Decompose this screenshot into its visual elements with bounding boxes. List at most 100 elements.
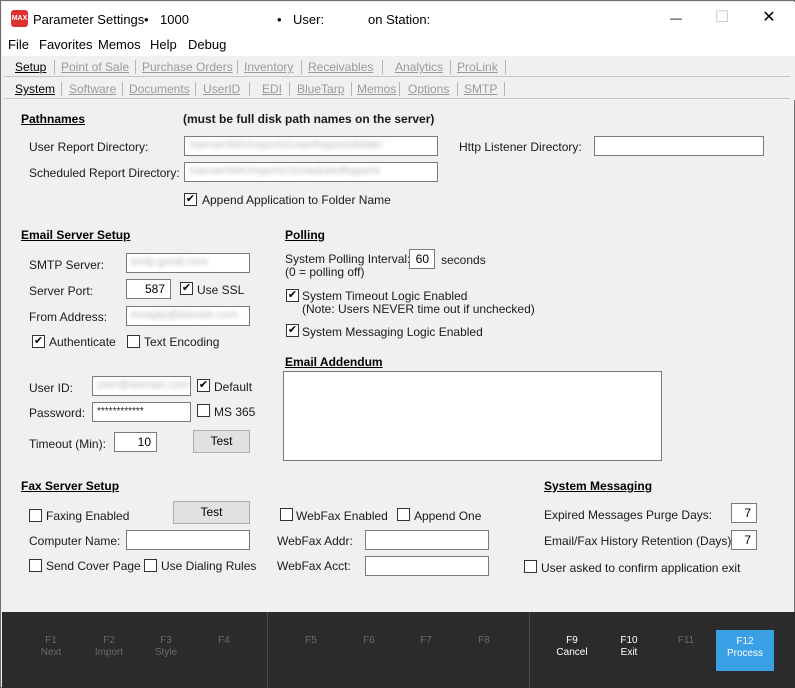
tab-point-of-sale[interactable]: Point of Sale [61,60,129,74]
title-user-label: User: [293,12,325,27]
webfax-addr-input[interactable] [365,530,489,550]
user-id-input[interactable]: user@domain.com [92,376,191,396]
dialing-rules-checkbox[interactable] [144,559,157,572]
fax-test-button[interactable]: Test [173,501,250,524]
http-listener-label: Http Listener Directory: [459,140,582,154]
tab-divider [289,82,290,96]
from-address-value: noreply@domain.com [131,309,239,321]
append-application-label: Append Application to Folder Name [202,193,391,207]
scheduled-report-directory-input[interactable]: \\server\MAXreports\ScheduledReports [184,162,438,182]
timeout-input[interactable]: 10 [114,432,157,452]
append-application-checkbox[interactable]: ✔ [184,193,197,206]
faxing-enabled-label: Faxing Enabled [46,509,130,523]
ms365-checkbox[interactable] [197,404,210,417]
fkey-key: F9 [566,635,578,646]
minimize-icon[interactable]: — [653,2,699,34]
tab-smtp[interactable]: SMTP [464,82,497,96]
webfax-enabled-label: WebFax Enabled [296,509,388,523]
tab-divider [237,60,238,74]
tab-system[interactable]: System [15,82,55,96]
tab-purchase-orders[interactable]: Purchase Orders [142,60,233,74]
send-cover-page-checkbox[interactable] [29,559,42,572]
fkey-key: F2 [103,635,115,646]
f10-exit-button[interactable]: F10 Exit [600,635,658,677]
polling-interval-unit: seconds [441,253,486,267]
tab-prolink[interactable]: ProLink [457,60,498,74]
smtp-server-input[interactable]: smtp.gmail.com [126,253,250,273]
menu-favorites[interactable]: Favorites [39,37,92,52]
tab-receivables[interactable]: Receivables [308,60,373,74]
tab-userid[interactable]: UserID [203,82,240,96]
messaging-logic-checkbox[interactable]: ✔ [286,324,299,337]
timeout-logic-note: (Note: Users NEVER time out if unchecked… [302,302,535,316]
tab-inventory[interactable]: Inventory [244,60,293,74]
f4-button: F4 [195,635,253,677]
append-one-checkbox[interactable] [397,508,410,521]
menu-help[interactable]: Help [150,37,177,52]
history-retention-label: Email/Fax History Retention (Days): [544,534,735,548]
f5-button: F5 [282,635,340,677]
tab-divider [504,82,505,96]
tab-divider-line [4,76,790,77]
computer-name-input[interactable] [126,530,250,550]
app-logo-icon: MAX [11,10,28,27]
fkey-label: Style [154,647,178,658]
f9-cancel-button[interactable]: F9 Cancel [543,635,601,677]
fkey-key: F12 [736,636,754,647]
text-encoding-checkbox[interactable] [127,335,140,348]
timeout-logic-label: System Timeout Logic Enabled [302,289,468,303]
faxing-enabled-checkbox[interactable] [29,509,42,522]
confirm-exit-checkbox[interactable] [524,560,537,573]
tab-divider [351,82,352,96]
tab-setup[interactable]: Setup [15,60,46,74]
menu-debug[interactable]: Debug [188,37,226,52]
fkey-key: F5 [305,635,317,646]
from-address-input[interactable]: noreply@domain.com [126,306,250,326]
fax-server-header: Fax Server Setup [21,479,120,493]
webfax-enabled-checkbox[interactable] [280,508,293,521]
tab-analytics[interactable]: Analytics [395,60,443,74]
email-test-button[interactable]: Test [193,430,250,453]
timeout-logic-checkbox[interactable]: ✔ [286,289,299,302]
user-report-directory-input[interactable]: \\server\MAXreports\UserReports\folder [184,136,438,156]
tab-software[interactable]: Software [69,82,116,96]
email-addendum-textarea[interactable] [283,371,662,461]
polling-interval-input[interactable]: 60 [409,249,435,269]
title-bullet: • [277,12,282,27]
password-input[interactable]: ************ [92,402,191,422]
tab-options[interactable]: Options [408,82,449,96]
webfax-addr-label: WebFax Addr: [277,534,353,548]
confirm-exit-label: User asked to confirm application exit [541,561,741,575]
close-icon[interactable]: ✕ [746,2,792,34]
append-one-label: Append One [414,509,482,523]
tab-memos[interactable]: Memos [357,82,396,96]
tab-edi[interactable]: EDI [262,82,282,96]
purge-days-input[interactable]: 7 [731,503,757,523]
fkey-key: F4 [218,635,230,646]
use-ssl-checkbox[interactable]: ✔ [180,282,193,295]
app-window: MAX Parameter Settings • 1000 • User: on… [0,0,795,688]
tab-documents[interactable]: Documents [129,82,190,96]
tab-divider [122,82,123,96]
f12-process-button[interactable]: F12 Process [716,630,774,671]
webfax-acct-input[interactable] [365,556,489,576]
history-retention-input[interactable]: 7 [731,530,757,550]
tab-divider [399,82,400,96]
menu-memos[interactable]: Memos [98,37,141,52]
f1-next-button[interactable]: F1 Next [22,635,80,677]
server-port-input[interactable]: 587 [126,279,171,299]
f2-import-button[interactable]: F2 Import [80,635,138,677]
default-label: Default [214,380,253,394]
menu-file[interactable]: File [8,37,29,52]
http-listener-directory-input[interactable] [594,136,764,156]
f3-style-button[interactable]: F3 Style [137,635,195,677]
top-tab-bar: Setup Point of Sale Purchase Orders Inve… [2,56,795,78]
tab-bluetarp[interactable]: BlueTarp [297,82,344,96]
default-checkbox[interactable]: ✔ [197,379,210,392]
fkey-key: F7 [420,635,432,646]
authenticate-checkbox[interactable]: ✔ [32,335,45,348]
f8-button: F8 [455,635,513,677]
send-cover-page-label: Send Cover Page [46,559,141,573]
title-station-label: on Station: [368,12,431,27]
fkey-label: Process [726,648,764,659]
